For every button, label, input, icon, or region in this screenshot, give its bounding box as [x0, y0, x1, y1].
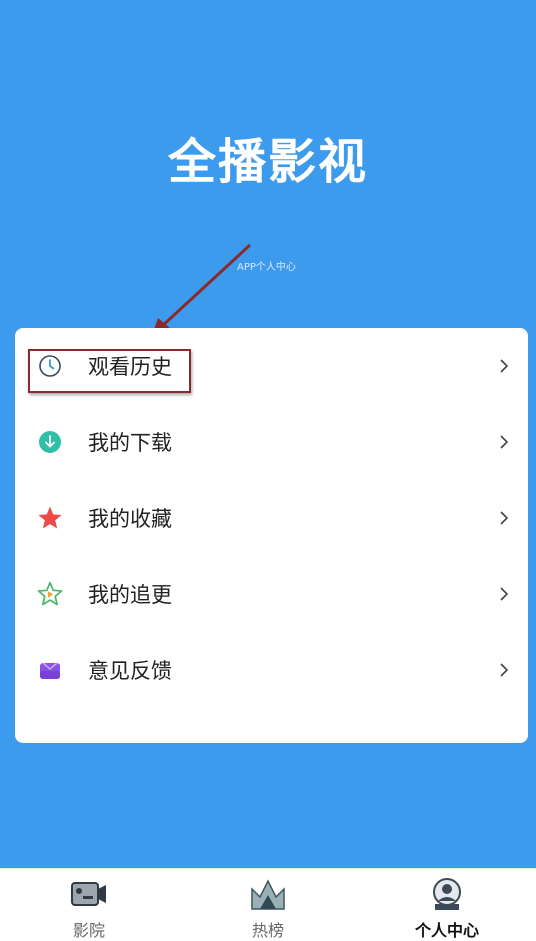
tab-label: 影院 — [72, 921, 105, 940]
tab-label: 个人中心 — [414, 921, 479, 940]
chevron-right-icon — [500, 663, 509, 677]
menu-item-label: 意见反馈 — [88, 659, 172, 683]
star-play-icon — [37, 581, 63, 607]
menu-item-label: 我的收藏 — [88, 507, 172, 531]
menu-item-follow[interactable]: 我的追更 — [15, 559, 528, 629]
app-subtitle: APP个人中心 — [237, 262, 296, 273]
menu-card: 观看历史 我的下载 我的收藏 我的追更 意见反馈 — [15, 328, 528, 743]
tab-profile[interactable]: 个人中心 — [358, 869, 536, 941]
chevron-right-icon — [500, 435, 509, 449]
clock-icon — [37, 353, 63, 379]
menu-item-label: 观看历史 — [88, 355, 172, 379]
download-icon — [37, 429, 63, 455]
crown-icon — [251, 879, 285, 910]
camera-icon — [71, 882, 106, 906]
tab-label: 热榜 — [251, 921, 284, 940]
chevron-right-icon — [500, 359, 509, 373]
chevron-right-icon — [500, 511, 509, 525]
tab-hot-list[interactable]: 热榜 — [179, 869, 357, 941]
menu-item-label: 我的追更 — [88, 583, 172, 607]
bottom-tab-bar: 影院 热榜 个人中心 — [0, 868, 536, 941]
menu-item-download[interactable]: 我的下载 — [15, 407, 528, 477]
star-icon — [37, 505, 63, 531]
profile-icon — [433, 878, 461, 910]
app-title: 全播影视 — [167, 134, 368, 190]
chevron-right-icon — [500, 587, 509, 601]
mail-icon — [37, 657, 63, 683]
menu-item-feedback[interactable]: 意见反馈 — [15, 635, 528, 705]
menu-item-label: 我的下载 — [88, 431, 172, 455]
menu-item-history[interactable]: 观看历史 — [15, 331, 528, 401]
menu-item-favorites[interactable]: 我的收藏 — [15, 483, 528, 553]
tab-cinema[interactable]: 影院 — [0, 869, 178, 941]
